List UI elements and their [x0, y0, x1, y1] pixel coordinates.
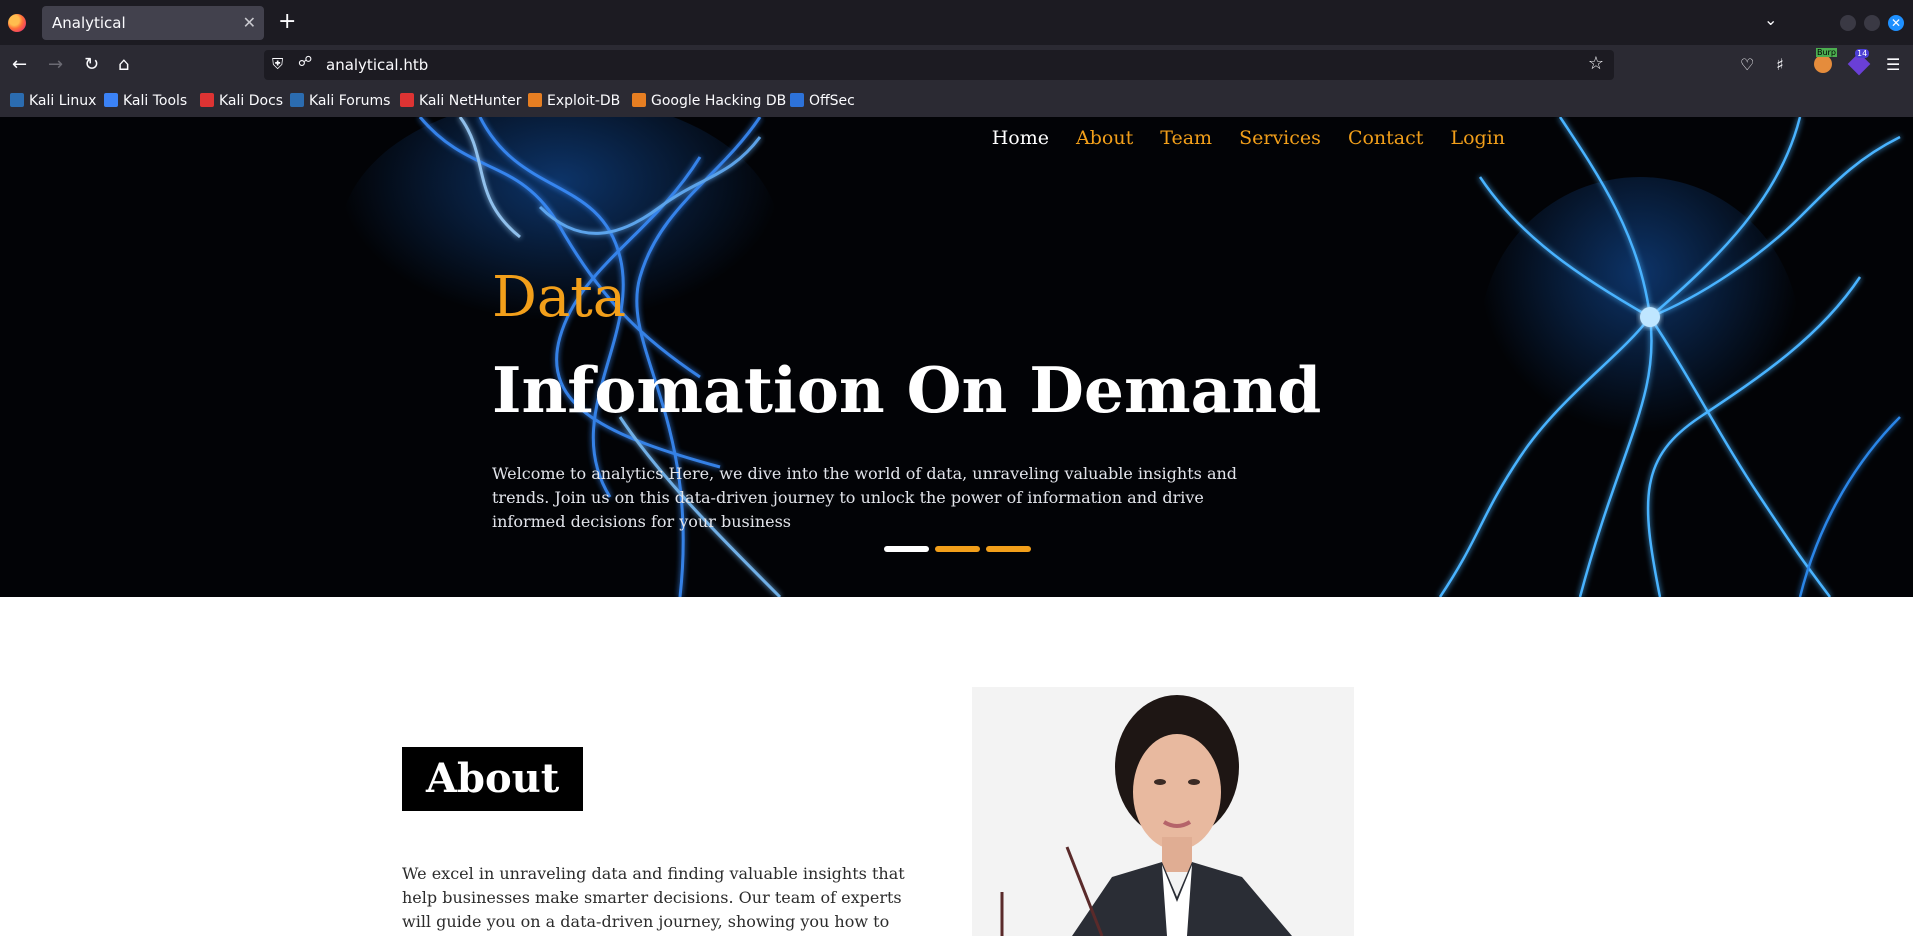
bookmark-google-hacking-db[interactable]: Google Hacking DB: [632, 85, 786, 117]
offsec-icon: [790, 93, 804, 107]
back-icon[interactable]: ←: [12, 45, 27, 85]
bookmark-kali-nethunter[interactable]: Kali NetHunter: [400, 85, 521, 117]
minimize-window-icon[interactable]: [1840, 15, 1856, 31]
kali-nethunter-icon: [400, 93, 414, 107]
kali-docs-icon: [200, 93, 214, 107]
extension-badge-count: 14: [1855, 49, 1870, 58]
kali-forums-icon: [290, 93, 304, 107]
bookmark-kali-docs[interactable]: Kali Docs: [200, 85, 283, 117]
firefox-icon[interactable]: [8, 14, 26, 32]
about-photo: [972, 687, 1354, 936]
hero-description: Welcome to analytics Here, we dive into …: [492, 464, 1238, 531]
hero-section: Home About Team Services Contact Login D…: [0, 117, 1913, 597]
close-window-icon[interactable]: ✕: [1888, 15, 1904, 31]
extensions-icon[interactable]: ♯: [1776, 45, 1784, 85]
carousel-dot-2[interactable]: [935, 546, 980, 552]
google-hacking-db-icon: [632, 93, 646, 107]
hero-title: Infomation On Demand: [492, 353, 1322, 427]
about-heading: About: [402, 747, 584, 811]
home-icon[interactable]: ⌂: [118, 45, 129, 85]
carousel-dot-1[interactable]: [884, 546, 929, 552]
exploit-db-icon: [528, 93, 542, 107]
burp-badge: Burp: [1816, 48, 1837, 57]
carousel-indicators: [884, 537, 1037, 556]
tab-title: Analytical: [52, 14, 126, 32]
kali-tools-icon: [104, 93, 118, 107]
kali-linux-icon: [10, 93, 24, 107]
new-tab-icon[interactable]: +: [278, 8, 296, 36]
nav-team[interactable]: Team: [1160, 127, 1212, 149]
url-bar[interactable]: ⛨ ☍ analytical.htb ☆: [264, 50, 1614, 80]
bookmarks-toolbar: Kali Linux Kali Tools Kali Docs Kali For…: [0, 85, 1913, 117]
about-text: We excel in unraveling data and finding …: [402, 864, 905, 931]
browser-toolbar: ← → ↻ ⌂ ⛨ ☍ analytical.htb ☆ ♡ ♯ Burp 14…: [0, 45, 1913, 85]
browser-tab-bar: Analytical ✕ + ⌄ ✕: [0, 0, 1913, 45]
tracking-shield-icon[interactable]: ⛨: [272, 55, 283, 73]
nav-about[interactable]: About: [1076, 127, 1133, 149]
page-viewport: Home About Team Services Contact Login D…: [0, 117, 1913, 936]
url-input[interactable]: analytical.htb: [326, 50, 428, 80]
bookmark-kali-forums[interactable]: Kali Forums: [290, 85, 390, 117]
maximize-window-icon[interactable]: [1864, 15, 1880, 31]
bookmark-star-icon[interactable]: ☆: [1588, 53, 1604, 74]
tab-close-icon[interactable]: ✕: [243, 6, 256, 40]
list-all-tabs-icon[interactable]: ⌄: [1764, 10, 1777, 29]
lock-icon[interactable]: ☍: [298, 54, 312, 70]
bookmark-kali-tools[interactable]: Kali Tools: [104, 85, 187, 117]
hero-kicker: Data: [492, 265, 627, 330]
bookmark-offsec[interactable]: OffSec: [790, 85, 855, 117]
burp-extension-icon[interactable]: Burp: [1814, 48, 1837, 73]
forward-icon[interactable]: →: [48, 45, 63, 85]
browser-tab-active[interactable]: Analytical ✕: [42, 6, 264, 40]
carousel-dot-3[interactable]: [986, 546, 1031, 552]
reload-icon[interactable]: ↻: [84, 45, 99, 85]
nav-services[interactable]: Services: [1239, 127, 1321, 149]
nav-contact[interactable]: Contact: [1348, 127, 1423, 149]
pocket-icon[interactable]: ♡: [1740, 45, 1754, 85]
nav-home[interactable]: Home: [992, 127, 1049, 149]
nav-login[interactable]: Login: [1450, 127, 1505, 149]
bookmark-kali-linux[interactable]: Kali Linux: [10, 85, 96, 117]
bookmark-exploit-db[interactable]: Exploit-DB: [528, 85, 620, 117]
site-navigation: Home About Team Services Contact Login: [971, 127, 1505, 149]
menu-hamburger-icon[interactable]: ☰: [1886, 45, 1900, 85]
